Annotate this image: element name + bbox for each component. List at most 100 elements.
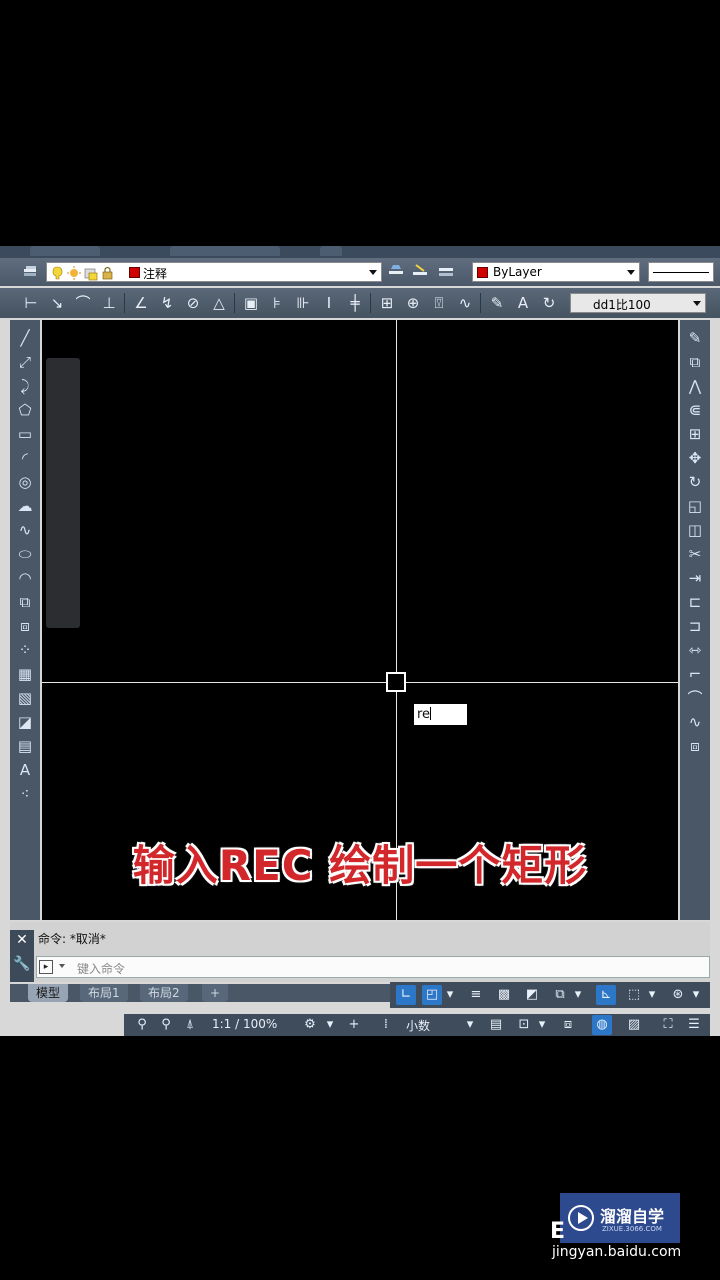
polar-tracking-icon[interactable]: ◰ xyxy=(422,985,442,1005)
match-layer-icon[interactable] xyxy=(412,263,428,279)
line-icon[interactable]: ╱ xyxy=(14,328,36,348)
revision-cloud-icon[interactable]: ☁ xyxy=(14,496,36,516)
dimension-space-icon[interactable]: I xyxy=(320,294,338,312)
aligned-dimension-icon[interactable]: ↘ xyxy=(48,294,66,312)
ordinate-dimension-icon[interactable]: ⊥ xyxy=(100,294,118,312)
selection-filter-icon[interactable]: ⬚ xyxy=(624,985,644,1005)
layer-previous-icon[interactable] xyxy=(438,263,454,279)
quick-properties-icon[interactable]: ▤ xyxy=(486,1015,506,1035)
add-layout-button[interactable]: + xyxy=(202,984,229,1002)
mirror-icon[interactable]: ⋀ xyxy=(684,376,706,396)
chamfer-icon[interactable]: ⌐ xyxy=(684,664,706,684)
fillet-icon[interactable]: ⌒ xyxy=(684,688,706,708)
drawing-tab[interactable] xyxy=(170,246,280,256)
join-icon[interactable]: ⇿ xyxy=(684,640,706,660)
baseline-dimension-icon[interactable]: ⊧ xyxy=(268,294,286,312)
tolerance-icon[interactable]: ⊞ xyxy=(378,294,396,312)
chevron-down-icon[interactable]: ▾ xyxy=(646,985,658,1005)
dimension-update-icon[interactable]: ↻ xyxy=(540,294,558,312)
linear-dimension-icon[interactable]: ⊢ xyxy=(22,294,40,312)
plus-icon[interactable]: + xyxy=(344,1015,364,1035)
fullscreen-icon[interactable]: ⛶ xyxy=(658,1015,678,1035)
new-tab-button[interactable] xyxy=(320,246,342,256)
dimension-break-icon[interactable]: ╪ xyxy=(346,294,364,312)
ellipse-arc-icon[interactable]: ◠ xyxy=(14,568,36,588)
chevron-down-icon[interactable]: ▾ xyxy=(464,1015,476,1035)
multiline-text-icon[interactable]: A xyxy=(14,760,36,780)
tab-layout2[interactable]: 布局2 xyxy=(140,984,188,1002)
annotation-scale-icon[interactable]: ⍋ xyxy=(180,1015,200,1035)
tab-model[interactable]: 模型 xyxy=(28,984,69,1002)
dimension-text-edit-icon[interactable]: A xyxy=(514,294,532,312)
jogged-dimension-icon[interactable]: ↯ xyxy=(158,294,176,312)
stretch-icon[interactable]: ◫ xyxy=(684,520,706,540)
circle-icon[interactable]: ◎ xyxy=(14,472,36,492)
annotation-visibility-icon[interactable]: ⚲ xyxy=(132,1015,152,1035)
auto-scale-icon[interactable]: ⚲ xyxy=(156,1015,176,1035)
arc-length-icon[interactable]: ⌒ xyxy=(74,294,92,312)
color-dropdown[interactable]: ByLayer xyxy=(472,262,640,282)
gear-icon[interactable]: ⚙ xyxy=(300,1015,320,1035)
3d-osnap-icon[interactable]: ⧉ xyxy=(550,985,570,1005)
lineweight-icon[interactable]: ≡ xyxy=(466,985,486,1005)
move-icon[interactable]: ✥ xyxy=(684,448,706,468)
menu-icon[interactable]: ☰ xyxy=(684,1015,704,1035)
radius-dimension-icon[interactable]: ∠ xyxy=(132,294,150,312)
region-icon[interactable]: ◪ xyxy=(14,712,36,732)
insert-block-icon[interactable]: ⧉ xyxy=(14,592,36,612)
dynamic-ucs-icon[interactable]: ⊾ xyxy=(596,985,616,1005)
construction-line-icon[interactable]: ⤢ xyxy=(14,352,36,372)
quick-dimension-icon[interactable]: ▣ xyxy=(242,294,260,312)
table-icon[interactable]: ▤ xyxy=(14,736,36,756)
dimension-edit-icon[interactable]: ✎ xyxy=(488,294,506,312)
hatch-icon[interactable]: ▦ xyxy=(14,664,36,684)
chevron-down-icon[interactable]: ▾ xyxy=(572,985,584,1005)
drawing-area[interactable]: re 输入REC 绘制一个矩形 xyxy=(42,320,678,920)
add-selected-icon[interactable]: ⁖ xyxy=(14,784,36,804)
scale-icon[interactable]: ◱ xyxy=(684,496,706,516)
layer-properties-icon[interactable] xyxy=(22,263,38,279)
chevron-down-icon[interactable]: ▾ xyxy=(690,985,702,1005)
dimension-style-dropdown[interactable]: dd1比100 xyxy=(570,293,706,313)
arc-icon[interactable]: ◜ xyxy=(14,448,36,468)
gradient-icon[interactable]: ▧ xyxy=(14,688,36,708)
annotation-scale-value[interactable]: 1:1 / 100% xyxy=(212,1017,277,1031)
center-mark-icon[interactable]: ⊕ xyxy=(404,294,422,312)
polygon-icon[interactable]: ⬠ xyxy=(14,400,36,420)
dynamic-input-box[interactable]: re xyxy=(414,704,467,725)
break-icon[interactable]: ⊐ xyxy=(684,616,706,636)
spline-icon[interactable]: ∿ xyxy=(14,520,36,540)
make-block-icon[interactable]: ⧈ xyxy=(14,616,36,636)
inspection-icon[interactable]: ⍔ xyxy=(430,294,448,312)
tab-layout1[interactable]: 布局1 xyxy=(80,984,128,1002)
units-icon[interactable]: ⁞ xyxy=(376,1015,396,1035)
ellipse-icon[interactable]: ⬭ xyxy=(14,544,36,564)
units-value[interactable]: 小数 xyxy=(406,1017,430,1034)
linetype-dropdown[interactable] xyxy=(648,262,714,282)
chevron-down-icon[interactable]: ▾ xyxy=(536,1015,548,1035)
rectangle-icon[interactable]: ▭ xyxy=(14,424,36,444)
layer-dropdown[interactable]: 注释 xyxy=(46,262,382,282)
erase-icon[interactable]: ✎ xyxy=(684,328,706,348)
extend-icon[interactable]: ⇥ xyxy=(684,568,706,588)
transparency-icon[interactable]: ▩ xyxy=(494,985,514,1005)
wrench-icon[interactable]: 🔧 xyxy=(10,956,34,972)
point-icon[interactable]: ⁘ xyxy=(14,640,36,660)
command-input[interactable]: ▸ 键入命令 xyxy=(36,956,710,978)
angular-dimension-icon[interactable]: △ xyxy=(210,294,228,312)
copy-icon[interactable]: ⧉ xyxy=(684,352,706,372)
command-prompt-icon[interactable]: ▸ xyxy=(39,960,53,974)
rotate-icon[interactable]: ↻ xyxy=(684,472,706,492)
chevron-down-icon[interactable] xyxy=(59,964,65,968)
file-tab[interactable] xyxy=(30,246,100,256)
chevron-down-icon[interactable]: ▾ xyxy=(444,985,456,1005)
explode-icon[interactable]: ⧈ xyxy=(684,736,706,756)
diameter-dimension-icon[interactable]: ⊘ xyxy=(184,294,202,312)
continue-dimension-icon[interactable]: ⊪ xyxy=(294,294,312,312)
isolate-objects-icon[interactable]: ⧈ xyxy=(558,1015,578,1035)
close-icon[interactable]: ✕ xyxy=(10,932,34,948)
blend-curves-icon[interactable]: ∿ xyxy=(684,712,706,732)
break-at-point-icon[interactable]: ⊏ xyxy=(684,592,706,612)
polyline-icon[interactable]: ⤸ xyxy=(14,376,36,396)
jogged-linear-icon[interactable]: ∿ xyxy=(456,294,474,312)
